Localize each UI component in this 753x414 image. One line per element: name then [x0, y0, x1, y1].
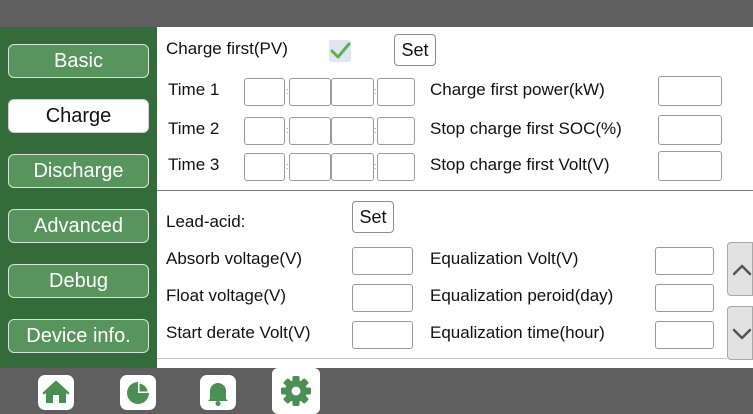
time-2-end-minute[interactable] — [377, 117, 415, 145]
time-1-label: Time 1 — [168, 80, 220, 99]
stop-charge-volt-input[interactable] — [658, 151, 722, 181]
sidebar-item-device-info[interactable]: Device info. — [8, 319, 149, 353]
settings-sidebar — [0, 27, 157, 368]
charge-first-power-input[interactable] — [658, 76, 722, 106]
time-2-label: Time 2 — [168, 119, 220, 138]
absorb-voltage-label: Absorb voltage(V) — [166, 249, 303, 268]
alarm-button[interactable] — [200, 375, 236, 410]
chevron-down-icon — [732, 328, 752, 340]
sidebar-item-basic[interactable]: Basic — [8, 44, 149, 78]
time-2-end-hour[interactable] — [331, 117, 374, 145]
bottom-divider — [157, 358, 727, 359]
time-2-start-hour[interactable] — [244, 117, 285, 145]
pie-chart-icon — [127, 382, 149, 404]
settings-button[interactable] — [272, 368, 320, 414]
scroll-up-button[interactable] — [727, 242, 753, 296]
lead-acid-set-button[interactable]: Set — [352, 201, 394, 233]
home-button[interactable] — [38, 375, 74, 410]
equalization-time-input[interactable] — [655, 321, 714, 349]
stop-charge-soc-label: Stop charge first SOC(%) — [430, 119, 622, 138]
section-divider — [157, 190, 753, 191]
equalization-period-label: Equalization peroid(day) — [430, 286, 614, 305]
time-3-label: Time 3 — [168, 155, 220, 174]
chevron-up-icon — [732, 264, 752, 276]
gear-icon — [281, 376, 311, 406]
time-3-end-minute[interactable] — [377, 153, 415, 181]
scroll-down-button[interactable] — [727, 306, 753, 360]
time-1-start-hour[interactable] — [244, 78, 285, 106]
charge-first-checkbox[interactable] — [329, 40, 351, 62]
equalization-time-label: Equalization time(hour) — [430, 323, 605, 342]
sidebar-item-discharge[interactable]: Discharge — [8, 154, 149, 188]
charge-first-label: Charge first(PV) — [166, 39, 288, 58]
sidebar-item-advanced[interactable]: Advanced — [8, 209, 149, 243]
time-2-start-minute[interactable] — [289, 117, 331, 145]
start-derate-volt-input[interactable] — [352, 321, 413, 349]
charge-first-power-label: Charge first power(kW) — [430, 80, 605, 99]
absorb-voltage-input[interactable] — [352, 247, 413, 275]
time-1-start-minute[interactable] — [289, 78, 331, 106]
lead-acid-label: Lead-acid: — [166, 212, 246, 231]
home-icon — [42, 380, 70, 403]
time-3-start-minute[interactable] — [289, 153, 331, 181]
bottom-nav-bar — [0, 368, 753, 414]
statistics-button[interactable] — [120, 375, 156, 410]
top-status-bar — [0, 0, 753, 27]
equalization-volt-input[interactable] — [655, 247, 714, 275]
time-1-end-minute[interactable] — [377, 78, 415, 106]
stop-charge-volt-label: Stop charge first Volt(V) — [430, 155, 610, 174]
bell-icon — [208, 383, 228, 406]
float-voltage-input[interactable] — [352, 284, 413, 312]
time-3-start-hour[interactable] — [244, 153, 285, 181]
equalization-period-input[interactable] — [655, 284, 714, 312]
stop-charge-soc-input[interactable] — [658, 115, 722, 145]
float-voltage-label: Float voltage(V) — [166, 286, 286, 305]
time-1-end-hour[interactable] — [331, 78, 374, 106]
sidebar-item-debug[interactable]: Debug — [8, 264, 149, 298]
charge-first-set-button[interactable]: Set — [394, 34, 436, 66]
sidebar-item-charge[interactable]: Charge — [8, 99, 149, 133]
time-3-end-hour[interactable] — [331, 153, 374, 181]
checkmark-icon — [330, 42, 351, 59]
start-derate-volt-label: Start derate Volt(V) — [166, 323, 311, 342]
equalization-volt-label: Equalization Volt(V) — [430, 249, 579, 268]
